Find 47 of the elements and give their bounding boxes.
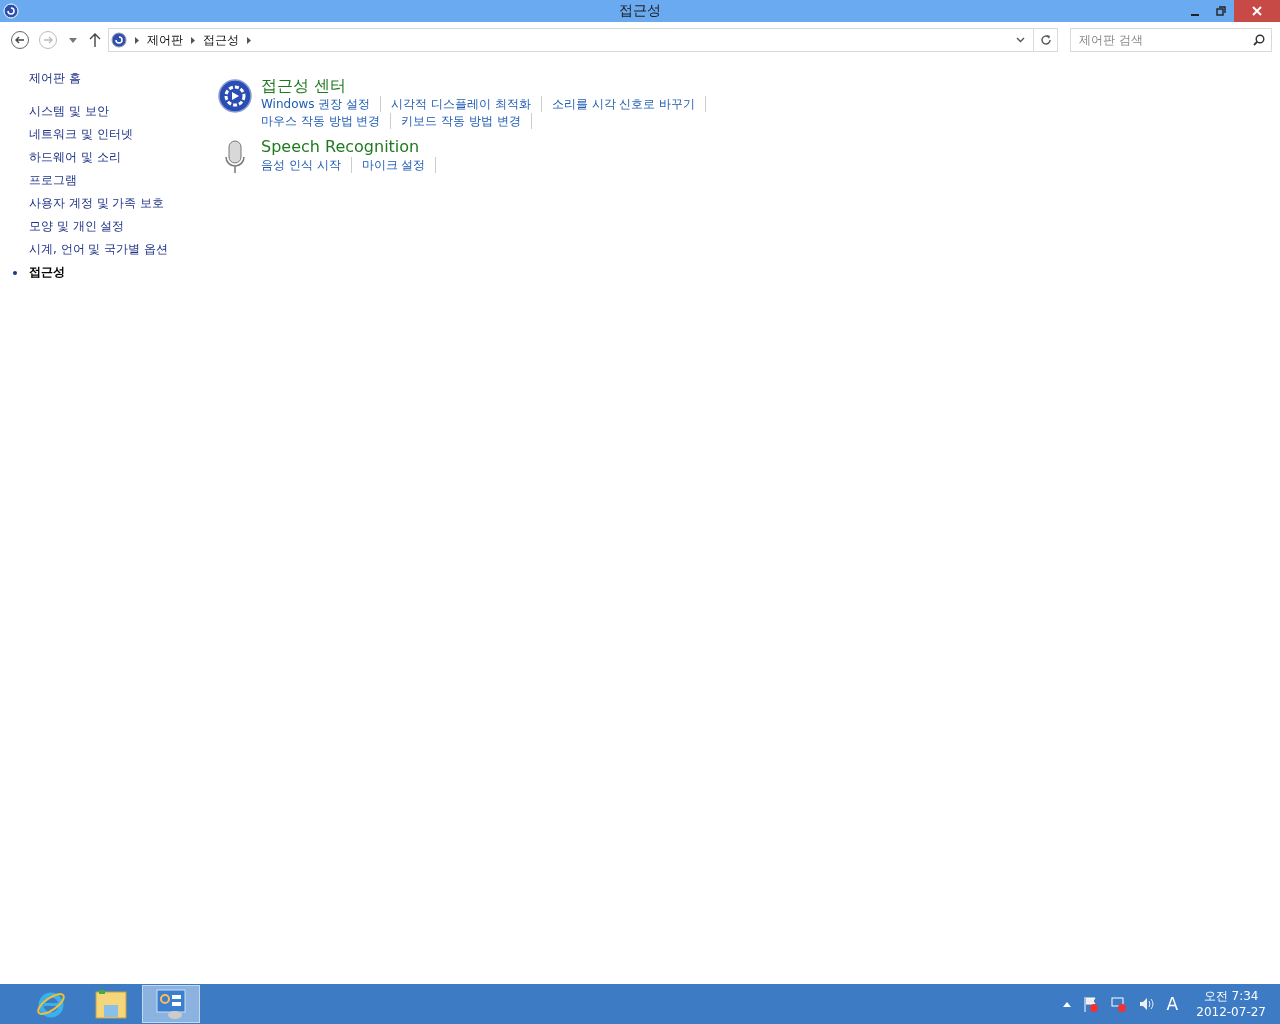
minimize-icon bbox=[1191, 13, 1199, 16]
task-link[interactable]: 소리를 시각 신호로 바꾸기 bbox=[551, 96, 707, 112]
sidebar-link[interactable]: 제어판 홈 bbox=[29, 70, 189, 87]
chevron-icon bbox=[135, 36, 139, 44]
back-button[interactable] bbox=[8, 28, 32, 52]
accessibility-icon bbox=[3, 3, 19, 19]
sidebar-item[interactable]: 접근성 bbox=[29, 264, 189, 281]
taskbar-button[interactable] bbox=[142, 985, 200, 1023]
task-link[interactable]: Windows 권장 설정 bbox=[261, 96, 382, 112]
address-bar[interactable]: 제어판 접근성 bbox=[108, 28, 1058, 52]
sidebar-item[interactable]: 사용자 계정 및 가족 보호 bbox=[29, 195, 189, 212]
close-button[interactable] bbox=[1234, 0, 1280, 22]
sidebar-item[interactable]: 네트워크 및 인터넷 bbox=[29, 126, 189, 143]
search-icon bbox=[1253, 34, 1265, 46]
sidebar-item[interactable]: 모양 및 개인 설정 bbox=[29, 218, 189, 235]
task-link[interactable]: 마우스 작동 방법 변경 bbox=[261, 113, 392, 129]
sidebar-item[interactable]: 하드웨어 및 소리 bbox=[29, 149, 189, 166]
search-field[interactable]: 제어판 검색 bbox=[1070, 28, 1272, 52]
category-title-link[interactable]: 접근성 센터 bbox=[261, 76, 731, 96]
speaker-icon[interactable] bbox=[1138, 996, 1155, 1012]
sidebar-item[interactable]: 프로그램 bbox=[29, 172, 189, 189]
restore-icon bbox=[1216, 6, 1226, 16]
refresh-icon bbox=[1040, 34, 1051, 46]
input-method-indicator[interactable]: A bbox=[1166, 994, 1179, 1014]
show-hidden-icons-icon[interactable] bbox=[1062, 1001, 1071, 1007]
folder-icon bbox=[95, 989, 127, 1019]
sidebar-item[interactable]: 시스템 및 보안 bbox=[29, 103, 189, 120]
breadcrumb-item[interactable]: 제어판 bbox=[147, 31, 183, 49]
up-arrow-icon bbox=[89, 33, 101, 47]
clock[interactable]: 오전 7:34 2012-07-27 bbox=[1188, 988, 1280, 1020]
bullet-icon bbox=[13, 271, 17, 275]
sidebar-item[interactable]: 시계, 언어 및 국가별 옵션 bbox=[29, 241, 189, 258]
chevron-icon bbox=[191, 36, 195, 44]
dropdown-icon[interactable] bbox=[1016, 37, 1025, 43]
accessibility-icon bbox=[218, 79, 252, 113]
task-link[interactable]: 키보드 작동 방법 변경 bbox=[401, 113, 532, 129]
network-icon[interactable] bbox=[1110, 996, 1127, 1012]
caret-icon bbox=[69, 37, 77, 43]
task-link[interactable]: 시각적 디스플레이 최적화 bbox=[391, 96, 542, 112]
category-title-link[interactable]: Speech Recognition bbox=[261, 137, 447, 157]
chevron-icon bbox=[247, 36, 251, 44]
close-icon bbox=[1252, 6, 1262, 16]
task-link[interactable]: 음성 인식 시작 bbox=[261, 157, 352, 173]
breadcrumb-item[interactable]: 접근성 bbox=[203, 31, 239, 49]
task-link[interactable]: 마이크 설정 bbox=[361, 157, 437, 173]
window-title: 접근성 bbox=[619, 2, 661, 20]
flag-icon[interactable] bbox=[1082, 996, 1099, 1012]
